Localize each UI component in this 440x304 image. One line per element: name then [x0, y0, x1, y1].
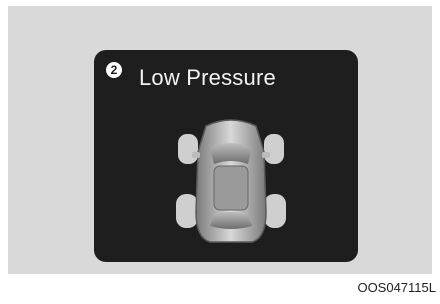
rear-left-tire-icon [176, 194, 198, 228]
rear-window-icon [210, 212, 252, 229]
front-right-tire-icon [264, 134, 284, 164]
figure-code: OOS047115L [357, 280, 436, 295]
left-mirror-icon [192, 152, 200, 158]
roof-icon [213, 165, 249, 211]
car-top-view-icon [176, 119, 286, 243]
warning-message: Low Pressure [139, 65, 276, 90]
right-mirror-icon [262, 152, 270, 158]
callout-number-badge: 2 [106, 62, 122, 78]
front-left-tire-icon [178, 134, 198, 164]
windshield-icon [210, 143, 252, 164]
rear-right-tire-icon [264, 194, 286, 228]
